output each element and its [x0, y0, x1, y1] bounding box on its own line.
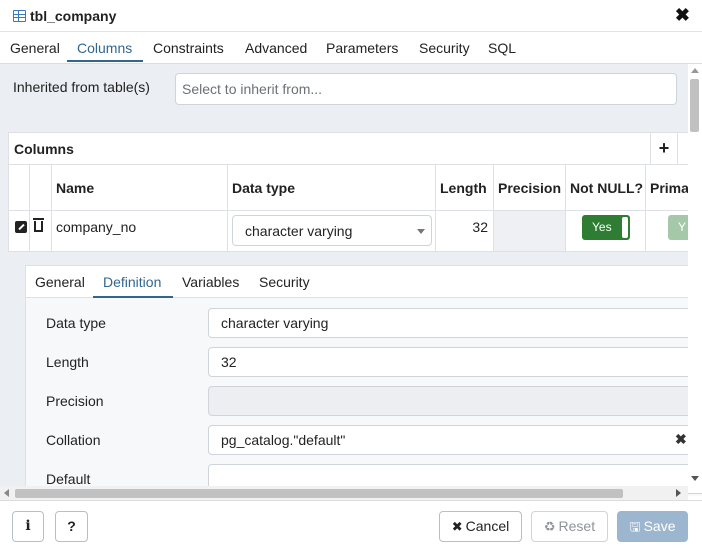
tab-sql[interactable]: SQL: [488, 40, 516, 56]
data-type-select[interactable]: character varying: [232, 215, 432, 246]
header-length: Length: [436, 165, 494, 211]
save-label: Save: [643, 518, 676, 534]
tab-advanced[interactable]: Advanced: [245, 40, 307, 56]
dialog-footer: i ? ✖ Cancel ♻ Reset 🖫 Save: [0, 500, 702, 551]
data-type-field[interactable]: character varying: [208, 308, 702, 338]
active-tab-indicator: [67, 60, 143, 62]
cancel-label: Cancel: [465, 518, 510, 534]
column-detail-panel: General Definition Variables Security Da…: [25, 265, 702, 496]
column-name-value: company_no: [56, 219, 137, 235]
definition-form: Data type character varying Length 32 Pr…: [26, 298, 702, 496]
default-label: Default: [46, 471, 91, 487]
subtab-variables[interactable]: Variables: [182, 274, 239, 290]
tab-parameters[interactable]: Parameters: [326, 40, 398, 56]
header-name: Name: [52, 165, 228, 211]
header-primary-key: Prima: [650, 180, 688, 196]
save-button: 🖫 Save: [617, 511, 688, 542]
subtab-security[interactable]: Security: [259, 274, 310, 290]
length-field-value: 32: [221, 354, 237, 370]
trash-icon[interactable]: [33, 218, 44, 232]
edit-cell[interactable]: [9, 211, 30, 251]
tab-general[interactable]: General: [10, 40, 60, 56]
close-icon[interactable]: ✖: [675, 5, 690, 26]
header-precision: Precision: [494, 165, 566, 211]
clear-icon[interactable]: ✖: [675, 431, 687, 448]
save-icon: 🖫: [629, 519, 641, 534]
tab-security[interactable]: Security: [419, 40, 470, 56]
precision-cell: [494, 211, 566, 251]
primary-key-toggle[interactable]: Y: [668, 215, 688, 240]
length-field[interactable]: 32: [208, 347, 702, 377]
header-not-null: Not NULL?: [566, 165, 646, 211]
vertical-scrollbar[interactable]: [688, 66, 702, 486]
length-value: 32: [472, 219, 488, 235]
data-type-label: Data type: [46, 315, 106, 331]
header-data-type: Data type: [228, 165, 436, 211]
chevron-down-icon: [417, 229, 425, 234]
recycle-icon: ♻: [543, 519, 556, 534]
not-null-toggle-label: Yes: [592, 220, 612, 234]
vertical-scroll-thumb[interactable]: [690, 79, 699, 132]
columns-grid-header: Columns +: [9, 133, 688, 165]
reset-button: ♻ Reset: [531, 511, 608, 542]
add-column-button[interactable]: +: [650, 133, 678, 164]
cancel-button[interactable]: ✖ Cancel: [439, 511, 522, 542]
collation-value: pg_catalog."default": [221, 432, 346, 448]
collation-label: Collation: [46, 432, 101, 448]
precision-label: Precision: [46, 393, 104, 409]
close-icon: ✖: [451, 519, 463, 534]
help-icon: ?: [67, 518, 76, 534]
info-icon: i: [25, 518, 31, 534]
not-null-toggle[interactable]: Yes: [582, 215, 630, 240]
dialog-titlebar: tbl_company ✖: [0, 0, 702, 32]
grid-header-edit: [9, 165, 30, 211]
grid-header-delete: [30, 165, 52, 211]
not-null-cell: Yes: [566, 211, 646, 251]
dialog-title: tbl_company: [30, 8, 117, 24]
info-button[interactable]: i: [12, 511, 44, 542]
scroll-up-icon[interactable]: [691, 68, 699, 73]
subtab-general[interactable]: General: [35, 274, 85, 290]
data-type-value: character varying: [245, 223, 353, 239]
primary-key-toggle-label: Y: [678, 220, 687, 234]
data-type-field-value: character varying: [221, 315, 329, 331]
edit-icon[interactable]: [15, 221, 27, 233]
scroll-down-icon[interactable]: [691, 476, 699, 481]
length-label: Length: [46, 354, 89, 370]
table-icon: [13, 10, 26, 22]
data-type-cell: character varying: [228, 211, 436, 251]
primary-key-cell: Y: [646, 211, 688, 251]
delete-cell[interactable]: [30, 211, 52, 251]
grid-header-row: Name Data type Length Precision Not NULL…: [9, 165, 688, 211]
toggle-knob: [622, 217, 628, 238]
length-cell[interactable]: 32: [436, 211, 494, 251]
plus-icon: +: [658, 138, 670, 158]
horizontal-scroll-thumb[interactable]: [15, 489, 623, 498]
horizontal-scrollbar[interactable]: [0, 486, 688, 500]
inherit-select[interactable]: Select to inherit from...: [175, 73, 677, 105]
tab-constraints[interactable]: Constraints: [153, 40, 224, 56]
collation-select[interactable]: pg_catalog."default" ✖: [208, 425, 702, 455]
inherit-label: Inherited from table(s): [13, 79, 150, 95]
columns-title: Columns: [14, 141, 74, 157]
precision-field: [208, 386, 702, 416]
scroll-left-icon[interactable]: [4, 489, 9, 497]
column-subtabs: General Definition Variables Security: [26, 266, 702, 298]
inherit-placeholder: Select to inherit from...: [182, 81, 323, 97]
help-button[interactable]: ?: [55, 511, 88, 542]
table-row: company_no character varying 32 Yes Y: [9, 211, 688, 251]
name-cell[interactable]: company_no: [52, 211, 228, 251]
subtab-definition[interactable]: Definition: [103, 274, 161, 290]
columns-grid: Columns + Name Data type Length Precisio…: [8, 132, 688, 252]
scroll-right-icon[interactable]: [676, 489, 681, 497]
tab-columns[interactable]: Columns: [77, 40, 132, 56]
reset-label: Reset: [558, 518, 596, 534]
